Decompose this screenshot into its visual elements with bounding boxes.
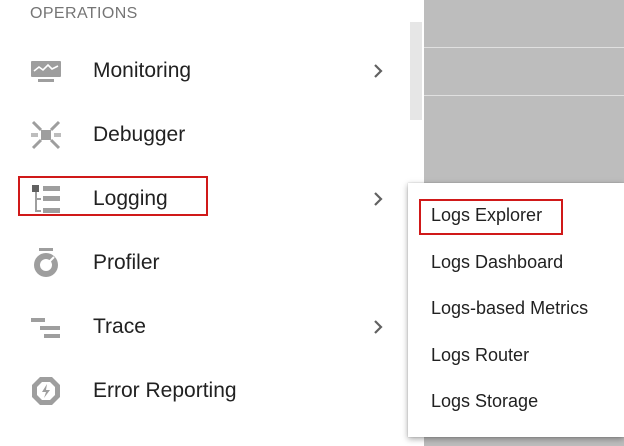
sidebar-item-profiler[interactable]: Profiler	[0, 235, 405, 291]
divider	[424, 95, 624, 96]
sidebar-item-debugger[interactable]: Debugger	[0, 107, 405, 163]
sidebar-item-label: Error Reporting	[93, 379, 237, 402]
sidebar-item-trace[interactable]: Trace	[0, 299, 405, 355]
navigation-sidebar: OPERATIONS Monitoring Debugger Logging P…	[0, 0, 424, 446]
chevron-right-icon	[368, 317, 388, 337]
chevron-right-icon	[368, 189, 388, 209]
submenu-item-label: Logs-based Metrics	[431, 298, 589, 318]
sidebar-item-label: Profiler	[93, 251, 160, 274]
divider	[424, 47, 624, 48]
sidebar-item-monitoring[interactable]: Monitoring	[0, 43, 405, 99]
submenu-item-logs-dashboard[interactable]: Logs Dashboard	[408, 240, 624, 286]
sidebar-item-error-reporting[interactable]: Error Reporting	[0, 363, 405, 419]
sidebar-item-label: Monitoring	[93, 59, 192, 82]
logs-explorer-highlight-box	[419, 199, 563, 235]
submenu-item-label: Logs Storage	[431, 391, 539, 411]
logging-highlight-box	[18, 176, 208, 216]
submenu-item-logs-router[interactable]: Logs Router	[408, 333, 624, 379]
chevron-right-icon	[368, 61, 388, 81]
trace-icon	[28, 309, 64, 345]
debugger-icon	[28, 117, 64, 153]
sidebar-item-label: Debugger	[93, 123, 186, 146]
sidebar-scrollbar[interactable]	[410, 22, 422, 120]
submenu-item-logs-based-metrics[interactable]: Logs-based Metrics	[408, 286, 624, 332]
section-header-operations: OPERATIONS	[30, 5, 138, 22]
logging-submenu: Logs Explorer Logs Dashboard Logs-based …	[408, 183, 624, 437]
submenu-item-label: Logs Dashboard	[431, 252, 564, 272]
submenu-item-label: Logs Router	[431, 345, 530, 365]
monitoring-icon	[28, 53, 64, 89]
sidebar-item-label: Trace	[93, 315, 146, 338]
submenu-item-logs-storage[interactable]: Logs Storage	[408, 379, 624, 425]
profiler-icon	[28, 245, 64, 281]
error-reporting-icon	[28, 373, 64, 409]
